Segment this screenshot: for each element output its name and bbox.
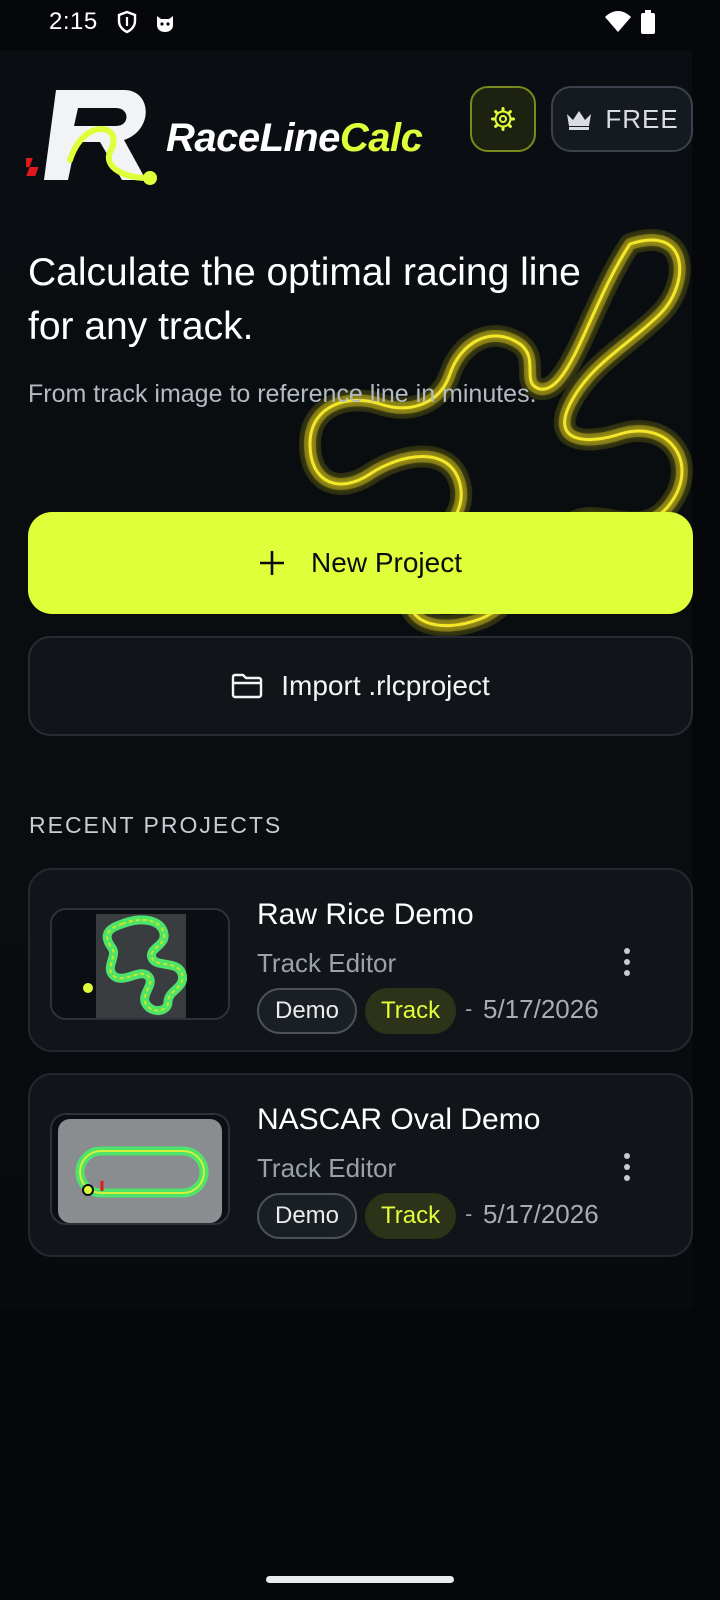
plus-icon: [260, 551, 285, 575]
project-thumbnail: [50, 908, 230, 1020]
app-brand-name: RaceLineCalc: [166, 116, 423, 161]
status-time: 2:15: [49, 8, 98, 35]
track-thumbnail-image: [52, 1115, 228, 1223]
project-date: 5/17/2026: [483, 1199, 599, 1229]
cat-icon: [157, 16, 173, 32]
project-subtitle: Track Editor: [257, 1153, 397, 1183]
hero-subtitle: From track image to reference line in mi…: [28, 380, 537, 408]
project-date: 5/17/2026: [483, 994, 599, 1024]
date-separator: -: [465, 1201, 473, 1226]
battery-icon: [641, 10, 655, 34]
date-separator: -: [465, 996, 473, 1021]
settings-button[interactable]: [470, 86, 536, 152]
project-title: NASCAR Oval Demo: [257, 1103, 541, 1136]
project-card[interactable]: Raw Rice Demo Track Editor Demo Track - …: [28, 868, 693, 1052]
status-bar: 2:15: [0, 0, 720, 44]
new-project-label: New Project: [311, 547, 462, 578]
new-project-button[interactable]: New Project: [28, 512, 693, 614]
more-options-icon[interactable]: [612, 1147, 642, 1187]
more-options-icon[interactable]: [612, 942, 642, 982]
gear-icon: [491, 107, 515, 131]
folder-icon: [232, 673, 263, 699]
plan-status-button[interactable]: FREE: [551, 86, 693, 152]
demo-badge: Demo: [257, 1193, 358, 1239]
recent-projects-heading: RECENT PROJECTS: [29, 812, 283, 838]
hero-title: Calculate the optimal racing line for an…: [28, 251, 581, 348]
home-indicator[interactable]: [266, 1576, 454, 1583]
plan-label: FREE: [605, 103, 679, 134]
import-project-button[interactable]: Import .rlcproject: [28, 636, 693, 736]
project-card[interactable]: NASCAR Oval Demo Track Editor Demo Track…: [28, 1073, 693, 1257]
import-project-label: Import .rlcproject: [281, 670, 490, 701]
track-badge: Track: [365, 1193, 457, 1239]
brand-text-accent: Calc: [339, 116, 423, 160]
track-badge: Track: [365, 988, 457, 1034]
app-logo-icon: [26, 90, 157, 185]
project-subtitle: Track Editor: [257, 948, 397, 978]
wifi-icon: [605, 11, 631, 32]
crown-icon: [567, 111, 592, 130]
track-thumbnail-image: [52, 910, 228, 1018]
project-title: Raw Rice Demo: [257, 898, 474, 931]
screen: 2:15 RaceLineCalc FREE Calculate the opt…: [0, 0, 720, 1600]
shield-icon: [117, 10, 137, 34]
project-thumbnail: [50, 1113, 230, 1225]
brand-text-primary: RaceLine: [166, 116, 340, 160]
demo-badge: Demo: [257, 988, 358, 1034]
